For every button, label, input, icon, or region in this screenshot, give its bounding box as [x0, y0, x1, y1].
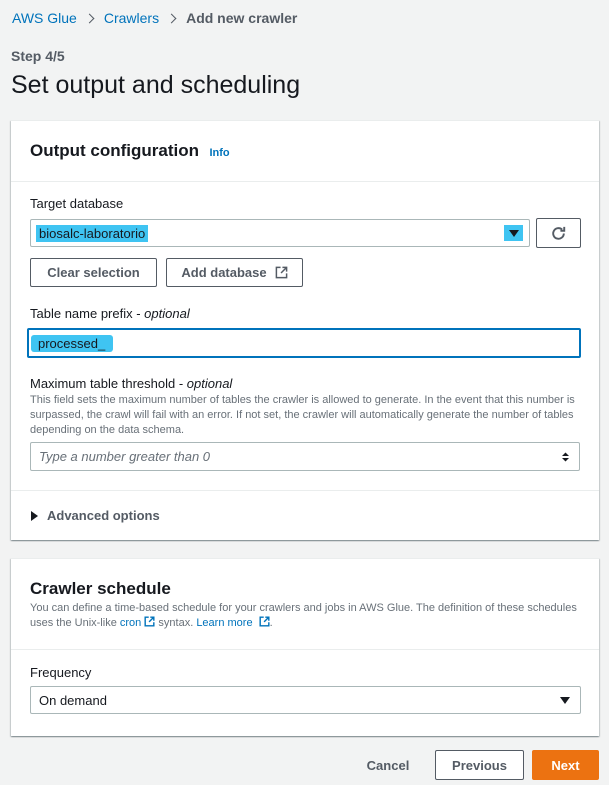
info-link[interactable]: Info	[209, 147, 229, 159]
next-label: Next	[551, 757, 580, 773]
optional-tag: optional	[186, 376, 233, 391]
chevron-right-icon	[166, 13, 177, 23]
target-database-value: biosalc-laboratorio	[36, 225, 149, 242]
target-database-select[interactable]: biosalc-laboratorio	[30, 219, 530, 247]
table-prefix-input[interactable]: processed_	[27, 328, 581, 358]
previous-label: Previous	[452, 757, 507, 773]
clear-selection-button[interactable]: Clear selection	[30, 258, 157, 287]
table-prefix-label: Table name prefix - optional	[30, 306, 190, 321]
panel-title: Output configuration	[30, 141, 200, 160]
caret-right-icon	[31, 510, 38, 521]
cancel-label: Cancel	[366, 757, 410, 773]
optional-tag: optional	[144, 306, 190, 321]
threshold-placeholder: Type a number greater than 0	[39, 449, 211, 464]
panel-header: Output configuration Info	[11, 121, 599, 182]
cron-link[interactable]: cron	[120, 617, 141, 629]
advanced-options-label: Advanced options	[47, 508, 160, 523]
schedule-desc-text: syntax.	[155, 617, 197, 629]
advanced-options-toggle[interactable]: Advanced options	[31, 508, 160, 523]
divider	[11, 649, 599, 650]
breadcrumb-aws-glue[interactable]: AWS Glue	[12, 10, 77, 26]
schedule-title: Crawler schedule	[30, 579, 171, 598]
frequency-value: On demand	[39, 693, 107, 708]
schedule-description: You can define a time-based schedule for…	[30, 601, 585, 631]
step-indicator: Step 4/5	[11, 48, 65, 64]
caret-down-icon	[555, 692, 574, 708]
previous-button[interactable]: Previous	[435, 750, 524, 780]
refresh-icon	[552, 226, 566, 240]
next-button[interactable]: Next	[532, 750, 599, 780]
schedule-desc-text: You can define a time-based schedule for…	[30, 602, 577, 629]
schedule-desc-text: .	[269, 617, 273, 629]
external-link-icon	[275, 266, 287, 279]
threshold-label: Maximum table threshold - optional	[30, 376, 232, 391]
breadcrumb-current: Add new crawler	[186, 10, 298, 26]
caret-down-icon	[504, 225, 523, 241]
breadcrumb-crawlers[interactable]: Crawlers	[104, 10, 159, 26]
crawler-schedule-panel: Crawler schedule You can define a time-b…	[11, 558, 599, 736]
external-link-icon	[144, 616, 155, 627]
output-configuration-panel: Output configuration Info Target databas…	[11, 120, 599, 540]
table-prefix-label-text: Table name prefix -	[30, 306, 145, 321]
clear-selection-label: Clear selection	[47, 265, 140, 280]
threshold-input[interactable]: Type a number greater than 0	[30, 442, 580, 471]
add-database-label: Add database	[181, 265, 267, 280]
page-title: Set output and scheduling	[11, 71, 301, 99]
spinner-arrows-icon[interactable]	[561, 451, 570, 463]
table-prefix-value: processed_	[31, 335, 114, 352]
learn-more-link[interactable]: Learn more	[196, 617, 252, 629]
target-database-label: Target database	[30, 196, 124, 211]
divider	[11, 490, 599, 491]
external-link-icon	[259, 616, 270, 627]
frequency-label: Frequency	[30, 665, 92, 680]
chevron-right-icon	[84, 13, 95, 23]
add-database-button[interactable]: Add database	[166, 258, 303, 287]
frequency-select[interactable]: On demand	[30, 686, 581, 714]
threshold-description: This field sets the maximum number of ta…	[30, 394, 575, 436]
breadcrumb: AWS Glue Crawlers Add new crawler	[12, 10, 297, 26]
refresh-button[interactable]	[536, 218, 581, 248]
threshold-label-text: Maximum table threshold -	[30, 376, 187, 391]
cancel-button[interactable]: Cancel	[355, 750, 421, 780]
